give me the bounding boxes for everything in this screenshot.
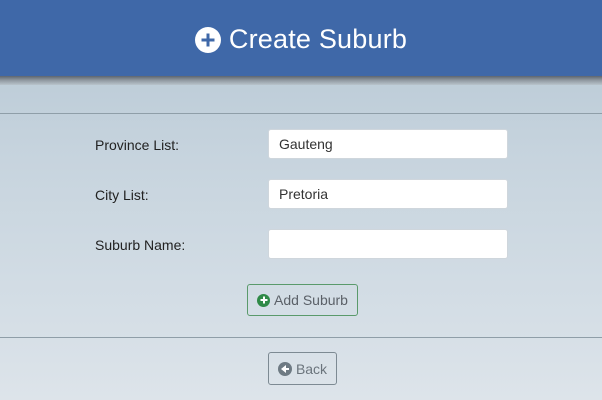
plus-circle-icon (257, 293, 271, 307)
city-label: City List: (95, 187, 149, 203)
back-label: Back (295, 360, 328, 377)
province-select[interactable] (268, 129, 508, 159)
suburb-name-label: Suburb Name: (95, 237, 186, 253)
header-title-group: Create Suburb (194, 24, 408, 55)
page-header: Create Suburb (0, 0, 602, 76)
top-divider (0, 113, 602, 114)
plus-circle-icon (194, 26, 221, 53)
bottom-divider (0, 337, 602, 338)
add-suburb-label: Add Suburb (274, 292, 348, 308)
city-select[interactable] (268, 179, 508, 209)
add-suburb-button[interactable]: Add Suburb (247, 284, 358, 316)
back-button[interactable]: Back (268, 352, 337, 385)
page-title: Create Suburb (228, 24, 408, 54)
province-label: Province List: (95, 137, 180, 153)
arrow-left-circle-icon (277, 361, 292, 376)
header-shadow (0, 76, 602, 85)
suburb-name-input[interactable] (268, 229, 508, 259)
